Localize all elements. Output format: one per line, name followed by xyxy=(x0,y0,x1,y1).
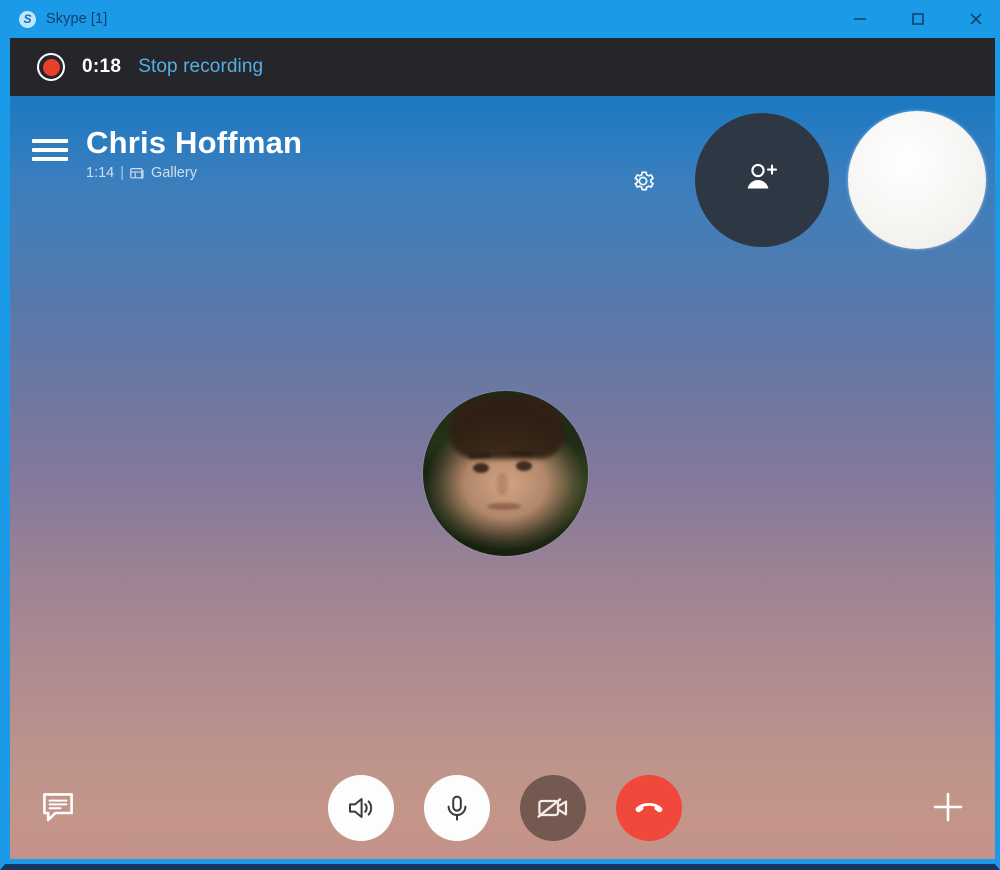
avatar-mouth xyxy=(487,503,521,510)
contact-avatar xyxy=(423,391,588,556)
call-meta: 1:14 | Gallery xyxy=(86,165,302,181)
microphone-icon xyxy=(441,792,473,824)
stop-recording-button[interactable]: Stop recording xyxy=(138,56,263,78)
window-title: Skype [1] xyxy=(46,11,107,27)
recording-elapsed: 0:18 xyxy=(82,56,121,78)
speaker-button[interactable] xyxy=(328,775,394,841)
call-header: Chris Hoffman 1:14 | Gallery xyxy=(10,96,1000,256)
record-dot-icon xyxy=(37,53,65,81)
view-mode-label: Gallery xyxy=(151,165,197,181)
contact-name: Chris Hoffman xyxy=(86,126,302,160)
contact-avatar-photo xyxy=(423,391,588,556)
skype-window: S Skype [1] 0:18 Stop recording xyxy=(0,0,1000,870)
maximize-button[interactable] xyxy=(889,0,947,38)
camera-off-icon xyxy=(536,792,570,824)
add-person-button[interactable] xyxy=(695,113,829,247)
minimize-button[interactable] xyxy=(831,0,889,38)
title-bar: S Skype [1] xyxy=(5,0,1000,38)
call-controls xyxy=(10,775,1000,841)
avatar-eye-left xyxy=(473,463,489,473)
self-video-preview[interactable] xyxy=(848,111,986,249)
call-stage: Chris Hoffman 1:14 | Gallery xyxy=(10,96,1000,859)
gear-icon[interactable] xyxy=(625,163,661,199)
title-bar-left: S Skype [1] xyxy=(5,11,107,28)
meta-separator: | xyxy=(120,165,124,181)
avatar-eye-right xyxy=(516,461,532,471)
end-call-button[interactable] xyxy=(616,775,682,841)
call-duration: 1:14 xyxy=(86,165,114,181)
speaker-icon xyxy=(345,792,377,824)
avatar-hair xyxy=(449,397,565,459)
recording-bar: 0:18 Stop recording xyxy=(10,38,1000,96)
skype-logo-icon: S xyxy=(19,11,36,28)
hangup-phone-icon xyxy=(632,791,666,825)
microphone-button[interactable] xyxy=(424,775,490,841)
window-controls xyxy=(831,0,1000,38)
gallery-icon xyxy=(130,167,145,180)
avatar-nose xyxy=(497,473,508,495)
caller-info: Chris Hoffman 1:14 | Gallery xyxy=(86,126,302,181)
add-person-icon xyxy=(741,157,783,204)
video-button[interactable] xyxy=(520,775,586,841)
hamburger-menu-icon[interactable] xyxy=(32,137,68,163)
close-button[interactable] xyxy=(947,0,1000,38)
